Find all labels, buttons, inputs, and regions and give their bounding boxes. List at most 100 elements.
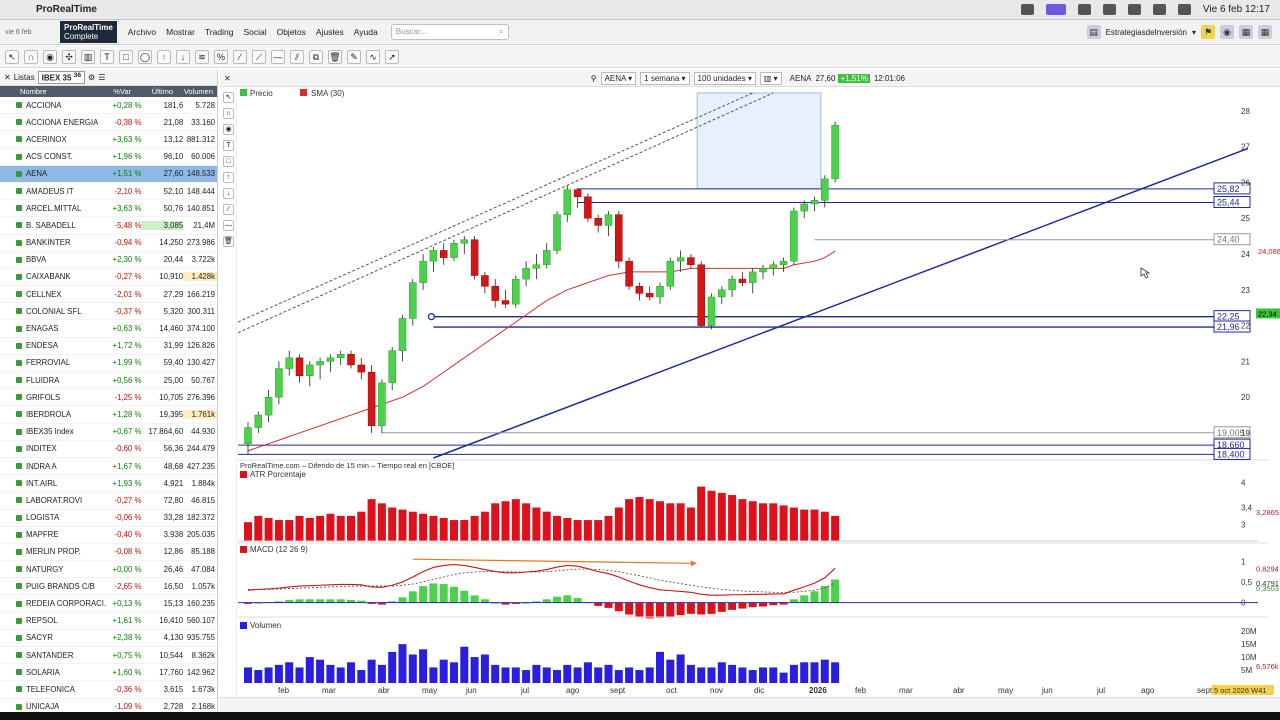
watchlist-row[interactable]: NATURGY +0,00 % 26,46 47.084 — [0, 561, 217, 579]
chart-svg[interactable]: 25,8225,4424,4022,2521,9619,00518,66018,… — [237, 88, 1280, 710]
chart-icon[interactable] — [16, 428, 22, 435]
pencil-icon[interactable]: ✎ — [347, 49, 361, 64]
horizontal-line-icon[interactable]: — — [271, 49, 285, 64]
eye-icon[interactable]: ◉ — [223, 124, 234, 135]
alert-icon[interactable]: ◉ — [1220, 25, 1234, 39]
magnet-icon[interactable]: ∩ — [24, 49, 38, 64]
rectangle-icon[interactable]: □ — [119, 49, 133, 64]
chart-icon[interactable] — [16, 394, 22, 401]
watchlist-row[interactable]: ENAGAS +0,63 % 14,460 374.100 — [0, 320, 217, 338]
col-var[interactable]: %Var — [101, 87, 131, 96]
watchlist-row[interactable]: CELLNEX -2,01 % 27,29 166.219 — [0, 286, 217, 304]
watchlist-row[interactable]: LOGISTA -0,06 % 33,28 182.372 — [0, 510, 217, 527]
chart-icon[interactable] — [16, 480, 22, 487]
text-icon[interactable]: T — [100, 49, 114, 64]
ticker-selector[interactable]: AENA ▾ — [600, 71, 637, 85]
chart-icon[interactable] — [16, 411, 22, 418]
watchlist-row[interactable]: SANTANDER +0,75 % 10,544 8.362k — [0, 647, 217, 665]
watchlist-row[interactable]: GRIFOLS -1,25 % 10,705 276.396 — [0, 389, 217, 407]
ray-icon[interactable]: ⟋ — [252, 49, 266, 64]
settings-icon[interactable]: ⚙ — [88, 73, 95, 82]
menu-mostrar[interactable]: Mostrar — [161, 27, 200, 37]
horizontal-line-icon[interactable]: — — [223, 220, 234, 231]
list-selector[interactable]: IBEX 35 36 — [37, 71, 86, 84]
cursor-icon[interactable]: ✣ — [62, 49, 76, 64]
chart-icon[interactable] — [16, 102, 22, 109]
col-ultimo[interactable]: Último — [131, 87, 173, 96]
save-icon[interactable]: ▤ — [1086, 25, 1101, 39]
eye-icon[interactable]: ◉ — [43, 49, 57, 64]
chart-icon[interactable] — [16, 686, 22, 693]
watchlist-row[interactable]: SOLARIA +1,60 % 17,760 142.962 — [0, 664, 217, 682]
watchlist-row[interactable]: IBEX35 Index +0,67 % 17.864,60 44.930 — [0, 424, 217, 441]
chart-style-selector[interactable]: ▥ ▾ — [759, 71, 782, 85]
watchlist-row[interactable]: ARCEL.MITTAL +3,63 % 50,76 140.851 — [0, 200, 217, 218]
chart-icon[interactable] — [16, 703, 22, 710]
trendline-icon[interactable]: ⁄ — [233, 49, 247, 64]
chart-icon[interactable] — [16, 222, 22, 229]
chart-icon[interactable] — [16, 463, 22, 470]
ellipse-icon[interactable]: ◯ — [138, 49, 152, 64]
fibonacci-icon[interactable]: ≋ — [195, 49, 209, 64]
menu-objetos[interactable]: Objetos — [272, 27, 311, 37]
rectangle-icon[interactable]: □ — [223, 156, 234, 167]
menu-ajustes[interactable]: Ajustes — [311, 27, 349, 37]
system-icon[interactable] — [1077, 4, 1091, 15]
watchlist-row[interactable]: INDITEX -0,60 % 56,36 244.479 — [0, 441, 217, 458]
watchlist-row[interactable]: ENDESA +1,72 % 31,99 126.826 — [0, 338, 217, 355]
trash-icon[interactable]: 🗑 — [328, 49, 342, 64]
flag-icon[interactable]: ⚑ — [1201, 25, 1215, 39]
watchlist-row[interactable]: REDEIA CORPORACI... +0,13 % 15,13 160.235 — [0, 595, 217, 613]
layout-icon[interactable]: ▦ — [1239, 25, 1253, 39]
battery-icon[interactable] — [1152, 4, 1166, 15]
chart-icon[interactable] — [16, 153, 22, 160]
chart-icon[interactable] — [16, 497, 22, 504]
chart-icon[interactable] — [16, 291, 22, 298]
arrow-down-icon[interactable]: ↓ — [223, 188, 234, 199]
chart-icon[interactable] — [16, 308, 22, 315]
chart-icon[interactable] — [16, 445, 22, 452]
chart-icon[interactable] — [16, 514, 22, 521]
menu-trading[interactable]: Trading — [200, 27, 239, 37]
search-icon[interactable] — [1177, 4, 1191, 15]
chart-icon[interactable] — [16, 119, 22, 126]
chart-icon[interactable] — [16, 239, 22, 246]
chart-icon[interactable] — [16, 600, 22, 607]
menu-social[interactable]: Social — [238, 27, 271, 37]
chevron-down-icon[interactable]: ▾ — [1192, 28, 1196, 37]
chart-icon[interactable] — [16, 170, 22, 177]
system-icon[interactable] — [1020, 4, 1034, 15]
watchlist-row[interactable]: REPSOL +1,61 % 16,410 560.107 — [0, 613, 217, 630]
chart-area[interactable]: 25,82 25,44 24,40 22,25 21,96 19,005 18,660 18,… — [237, 88, 1280, 710]
arrow-up-icon[interactable]: ↑ — [223, 172, 234, 183]
chart-icon[interactable] — [16, 669, 22, 676]
magnet-icon[interactable]: ∩ — [223, 108, 234, 119]
watchlist-row[interactable]: B. SABADELL -5,48 % 3,085 21,4M — [0, 217, 217, 235]
layout-icon[interactable]: ▦ — [1258, 25, 1272, 39]
chart-icon[interactable] — [16, 634, 22, 641]
period-selector[interactable]: 1 semana ▾ — [640, 71, 690, 85]
wave-icon[interactable]: ∿ — [366, 49, 380, 64]
watchlist-row[interactable]: FLUIDRA +0,56 % 25,00 50.767 — [0, 372, 217, 390]
watchlist-row[interactable]: BBVA +2,30 % 20,44 3.722k — [0, 252, 217, 269]
chart-icon[interactable] — [16, 136, 22, 143]
menu-archivo[interactable]: Archivo — [123, 27, 161, 37]
wifi-icon[interactable] — [1127, 4, 1141, 15]
cursor-icon[interactable]: ↖ — [223, 92, 234, 103]
clock[interactable]: Vie 6 feb 12:17 — [1203, 4, 1270, 15]
chart-type-icon[interactable]: ▥ — [81, 49, 95, 64]
tab-listas[interactable]: Listas — [14, 73, 35, 82]
chart-icon[interactable] — [16, 377, 22, 384]
watchlist-row[interactable]: ACCIONA +0,28 % 181,6 5.728 — [0, 97, 217, 115]
chart-icon[interactable] — [16, 583, 22, 590]
arrow-up-icon[interactable]: ↑ — [157, 49, 171, 64]
watchlist-row[interactable]: ACS CONST. +1,96 % 96,10 60.006 — [0, 149, 217, 166]
chart-icon[interactable] — [16, 652, 22, 659]
chart-icon[interactable] — [16, 359, 22, 366]
watchlist-row[interactable]: BANKINTER -0,94 % 14,250 273.986 — [0, 235, 217, 252]
watchlist-row[interactable]: LABORAT.ROVI -0,27 % 72,80 46.815 — [0, 492, 217, 510]
chart-icon[interactable] — [16, 273, 22, 280]
system-icon[interactable] — [1102, 4, 1116, 15]
watchlist-row[interactable]: FERROVIAL +1,99 % 59,40 130.427 — [0, 355, 217, 372]
chart-icon[interactable] — [16, 531, 22, 538]
